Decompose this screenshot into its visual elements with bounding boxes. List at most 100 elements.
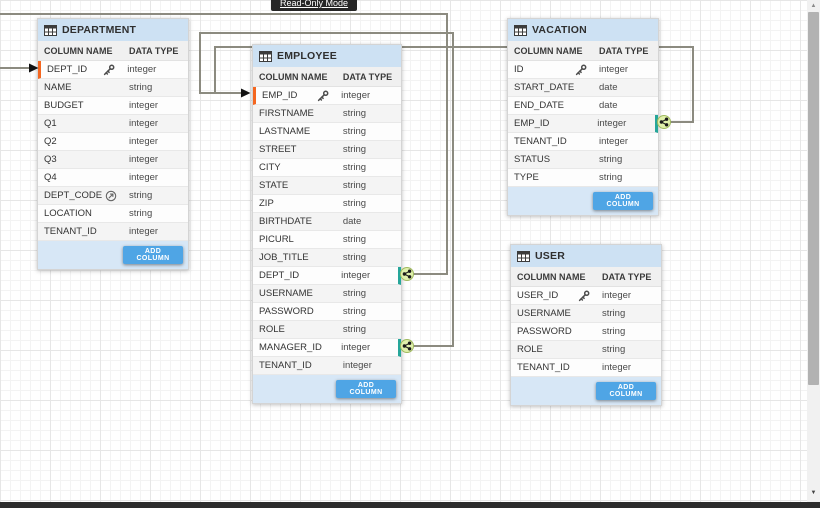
table-vacation[interactable]: VACATIONCOLUMN NAMEDATA TYPEIDintegerSTA… — [507, 18, 659, 216]
column-name-cell: STATE — [253, 180, 339, 191]
column-row[interactable]: DEPT_IDinteger — [38, 61, 188, 79]
column-row[interactable]: STATUSstring — [508, 151, 658, 169]
data-type-cell: integer — [125, 118, 188, 129]
column-row[interactable]: Q2integer — [38, 133, 188, 151]
column-row[interactable]: ROLEstring — [511, 341, 661, 359]
column-row[interactable]: ROLEstring — [253, 321, 401, 339]
column-name-text: TENANT_ID — [44, 226, 97, 237]
column-row[interactable]: BIRTHDATEdate — [253, 213, 401, 231]
column-name-cell: USER_ID — [511, 290, 598, 301]
scroll-up-icon[interactable]: ▲ — [807, 0, 820, 12]
column-row[interactable]: DEPT_CODEstring — [38, 187, 188, 205]
table-user[interactable]: USERCOLUMN NAMEDATA TYPEUSER_IDintegerUS… — [510, 244, 662, 406]
data-type-cell: string — [339, 288, 401, 299]
column-row[interactable]: TENANT_IDinteger — [253, 357, 401, 375]
column-row[interactable]: JOB_TITLEstring — [253, 249, 401, 267]
data-type-header: DATA TYPE — [595, 46, 658, 56]
column-row[interactable]: BUDGET integer — [38, 97, 188, 115]
data-type-cell: string — [339, 252, 401, 263]
schema-designer-canvas[interactable]: DEPARTMENTCOLUMN NAMEDATA TYPEDEPT_IDint… — [0, 0, 820, 508]
column-row[interactable]: TYPEstring — [508, 169, 658, 187]
column-name-text: BUDGET — [44, 100, 84, 111]
column-name-header: COLUMN NAME — [511, 272, 598, 282]
column-row[interactable]: END_DATEdate — [508, 97, 658, 115]
column-row[interactable]: IDinteger — [508, 61, 658, 79]
data-type-cell: string — [125, 82, 188, 93]
add-column-button[interactable]: ADD COLUMN — [596, 382, 656, 400]
column-row[interactable]: STREETstring — [253, 141, 401, 159]
data-type-cell: date — [339, 216, 401, 227]
column-name-text: Q4 — [44, 172, 57, 183]
column-name-cell: PASSWORD — [253, 306, 339, 317]
table-title-bar[interactable]: USER — [511, 245, 661, 267]
data-type-cell: string — [598, 308, 661, 319]
table-grid-icon — [44, 25, 57, 36]
column-row[interactable]: TENANT_IDinteger — [508, 133, 658, 151]
column-row[interactable]: Q1integer — [38, 115, 188, 133]
column-name-text: NAME — [44, 82, 71, 93]
data-type-cell: integer — [125, 172, 188, 183]
column-row[interactable]: MANAGER_IDinteger — [253, 339, 401, 357]
auto-generated-icon — [105, 190, 117, 202]
column-name-text: USERNAME — [517, 308, 571, 319]
table-department[interactable]: DEPARTMENT COLUMN NAMEDATA TYPE DEPT_IDint… — [37, 18, 189, 270]
table-footer: ADD COLUMN — [508, 187, 658, 215]
data-type-cell: integer — [339, 360, 401, 371]
column-name-cell: USERNAME — [253, 288, 339, 299]
add-column-button[interactable]: ADD COLUMN — [593, 192, 653, 210]
data-type-cell: integer — [125, 100, 188, 111]
table-title-bar[interactable]: EMPLOYEE — [253, 45, 401, 67]
data-type-cell: integer — [598, 362, 661, 373]
column-row[interactable]: TENANT_ID integer — [511, 359, 661, 377]
column-row[interactable]: CITYstring — [253, 159, 401, 177]
column-row[interactable]: PASSWORDstring — [253, 303, 401, 321]
table-title-bar[interactable]: VACATION — [508, 19, 658, 41]
column-row[interactable]: EMP_IDinteger — [508, 115, 658, 133]
data-type-cell: integer — [125, 154, 188, 165]
add-column-button[interactable]: ADD COLUMN — [336, 380, 396, 398]
relationship-endpoint[interactable] — [401, 340, 414, 353]
column-row[interactable]: DEPT_IDinteger — [253, 267, 401, 285]
scroll-down-icon[interactable]: ▼ — [807, 487, 820, 499]
data-type-cell: string — [125, 208, 188, 219]
column-row[interactable]: START_DATEdate — [508, 79, 658, 97]
column-row[interactable]: LASTNAMEstring — [253, 123, 401, 141]
vertical-scrollbar-thumb[interactable] — [808, 12, 819, 385]
data-type-cell: integer — [125, 226, 188, 237]
column-name-cell: DEPT_ID — [253, 270, 337, 281]
table-employee[interactable]: EMPLOYEECOLUMN NAMEDATA TYPEEMP_IDintege… — [252, 44, 402, 404]
horizontal-scrollbar[interactable] — [0, 502, 820, 508]
data-type-cell: string — [125, 190, 188, 201]
column-row[interactable]: USERNAMEstring — [253, 285, 401, 303]
column-name-text: MANAGER_ID — [259, 342, 322, 353]
data-type-header: DATA TYPE — [339, 72, 401, 82]
table-title-bar[interactable]: DEPARTMENT — [38, 19, 188, 41]
column-row[interactable]: FIRSTNAMEstring — [253, 105, 401, 123]
column-row[interactable]: EMP_IDinteger — [253, 87, 401, 105]
column-row[interactable]: Q3integer — [38, 151, 188, 169]
column-row[interactable]: LOCATIONstring — [38, 205, 188, 223]
column-row[interactable]: TENANT_ID integer — [38, 223, 188, 241]
column-row[interactable]: PASSWORDstring — [511, 323, 661, 341]
add-column-button[interactable]: ADD COLUMN — [123, 246, 183, 264]
column-row[interactable]: PICURLstring — [253, 231, 401, 249]
column-name-text: TYPE — [514, 172, 539, 183]
column-name-text: TENANT_ID — [517, 362, 570, 373]
column-row[interactable]: ZIPstring — [253, 195, 401, 213]
column-name-header: COLUMN NAME — [38, 46, 125, 56]
column-name-cell: LOCATION — [38, 208, 125, 219]
table-title: VACATION — [532, 24, 587, 36]
column-row[interactable]: USERNAME string — [511, 305, 661, 323]
column-name-cell: EMP_ID — [508, 118, 593, 129]
data-type-header: DATA TYPE — [125, 46, 188, 56]
column-row[interactable]: USER_IDinteger — [511, 287, 661, 305]
column-row[interactable]: STATEstring — [253, 177, 401, 195]
column-name-text: TENANT_ID — [514, 136, 567, 147]
relationship-endpoint[interactable] — [658, 116, 671, 129]
column-name-cell: JOB_TITLE — [253, 252, 339, 263]
relationship-endpoint[interactable] — [401, 268, 414, 281]
column-row[interactable]: NAME string — [38, 79, 188, 97]
vertical-scrollbar[interactable]: ▲ ▼ — [807, 0, 820, 502]
column-row[interactable]: Q4 integer — [38, 169, 188, 187]
column-name-cell: TENANT_ID — [511, 362, 598, 373]
